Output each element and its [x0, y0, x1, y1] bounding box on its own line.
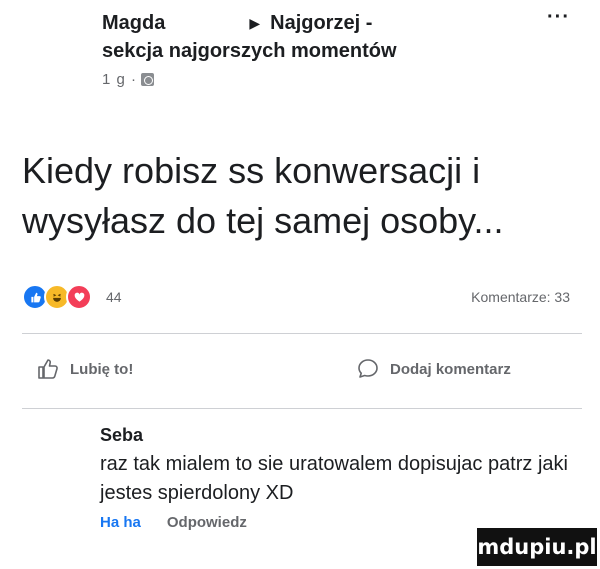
comments-count[interactable]: Komentarze: 33 — [471, 289, 570, 305]
watermark: mdupiu.pl — [477, 528, 597, 566]
reactions-count[interactable]: 44 — [106, 289, 122, 305]
reactions-bar[interactable]: 44 Komentarze: 33 — [22, 283, 570, 311]
comment-author[interactable]: Seba — [100, 425, 580, 446]
like-icon — [38, 359, 58, 379]
comment: Seba raz tak mialem to sie uratowalem do… — [100, 425, 580, 531]
more-icon[interactable]: ··· — [547, 6, 570, 29]
like-label: Lubię to! — [70, 360, 134, 378]
comment-icon — [358, 359, 378, 378]
post-meta: 1 g · — [102, 71, 582, 88]
arrow-right-icon: ▶ — [249, 14, 261, 31]
comment-reply-button[interactable]: Odpowiedz — [167, 514, 247, 531]
post-header: Magda ▶ Najgorzej - ··· sekcja najgorszy… — [102, 6, 582, 88]
post-time[interactable]: 1 g · — [102, 71, 137, 88]
like-button[interactable]: Lubię to! — [36, 357, 133, 381]
love-reaction-icon — [66, 284, 92, 310]
group-name[interactable]: Najgorzej - — [270, 12, 372, 35]
group-icon — [141, 73, 155, 86]
group-name-continued[interactable]: sekcja najgorszych momentów — [102, 40, 582, 63]
post-author[interactable]: Magda — [102, 12, 165, 35]
comment-label: Dodaj komentarz — [390, 360, 511, 378]
post-text: Kiedy robisz ss konwersacji i wysyłasz d… — [22, 150, 504, 241]
divider — [22, 408, 582, 409]
post-actions: Lubię to! Dodaj komentarz — [22, 357, 582, 387]
comment-haha-button[interactable]: Ha ha — [100, 514, 141, 531]
divider — [22, 333, 582, 334]
comment-button[interactable]: Dodaj komentarz — [356, 357, 511, 381]
comment-text: raz tak mialem to sie uratowalem dopisuj… — [100, 453, 568, 504]
